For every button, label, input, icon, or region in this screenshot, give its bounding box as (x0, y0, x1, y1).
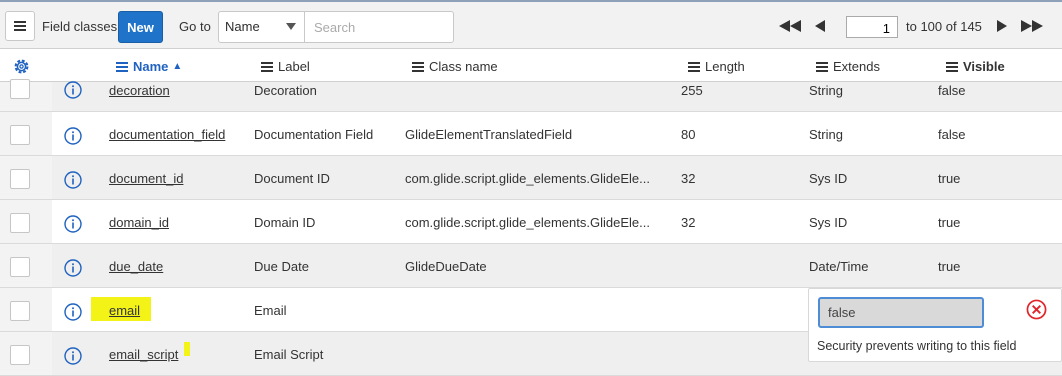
row-checkbox[interactable] (10, 213, 30, 233)
extends-cell: Date/Time (809, 259, 869, 274)
length-cell: 32 (681, 171, 696, 186)
column-header-name[interactable]: Name ▲ (116, 59, 182, 74)
name-link[interactable]: email_script (109, 347, 178, 362)
close-icon[interactable] (1026, 299, 1047, 320)
label-cell: Due Date (254, 259, 309, 274)
gear-icon[interactable] (12, 57, 31, 76)
length-cell: 80 (681, 127, 696, 142)
column-header-label: Extends (833, 59, 880, 74)
column-header-row: Name ▲ Label Class name Length Extends V… (0, 50, 1062, 82)
name-link[interactable]: domain_id (109, 215, 169, 230)
goto-label: Go to (179, 19, 211, 34)
table-row: due_date Due Date GlideDueDate Date/Time… (0, 244, 1062, 288)
list-menu-button[interactable] (5, 11, 35, 41)
goto-field-value: Name (225, 19, 260, 34)
info-icon[interactable] (64, 171, 82, 189)
column-menu-icon[interactable] (688, 61, 700, 72)
column-menu-icon[interactable] (412, 61, 424, 72)
length-cell: 255 (681, 83, 703, 98)
inline-edit-popover: Security prevents writing to this field (808, 288, 1062, 362)
label-cell: Documentation Field (254, 127, 374, 142)
column-header-class-name[interactable]: Class name (412, 59, 498, 74)
class-name-cell: com.glide.script.glide_elements.GlideEle… (405, 171, 650, 186)
column-menu-icon[interactable] (261, 61, 273, 72)
visible-cell: false (938, 127, 966, 142)
info-icon[interactable] (64, 347, 82, 365)
column-header-label-col[interactable]: Label (261, 59, 310, 74)
class-name-cell: GlideElementTranslatedField (405, 127, 573, 142)
column-header-label: Length (705, 59, 745, 74)
first-page-icon[interactable] (778, 20, 802, 32)
column-header-extends[interactable]: Extends (816, 59, 880, 74)
last-page-icon[interactable] (1020, 20, 1044, 32)
column-menu-icon[interactable] (946, 61, 958, 72)
name-link[interactable]: decoration (109, 83, 170, 98)
column-menu-icon[interactable] (116, 61, 128, 72)
visible-cell: true (938, 171, 961, 186)
info-icon[interactable] (64, 81, 82, 99)
extends-cell: Sys ID (809, 171, 848, 186)
info-icon[interactable] (64, 259, 82, 277)
page-number-input[interactable] (846, 16, 898, 38)
label-cell: Decoration (254, 83, 317, 98)
name-link[interactable]: email (109, 303, 140, 318)
extends-cell: Sys ID (809, 215, 848, 230)
hamburger-icon (14, 21, 26, 31)
table-row: documentation_field Documentation Field … (0, 112, 1062, 156)
row-checkbox[interactable] (10, 345, 30, 365)
table-row: domain_id Domain ID com.glide.script.gli… (0, 200, 1062, 244)
search-input[interactable] (304, 11, 454, 43)
row-checkbox[interactable] (10, 301, 30, 321)
column-header-label: Label (278, 59, 310, 74)
name-link[interactable]: document_id (109, 171, 183, 186)
sort-ascending-icon: ▲ (172, 61, 183, 72)
info-icon[interactable] (64, 127, 82, 145)
next-page-icon[interactable] (996, 20, 1008, 32)
security-message: Security prevents writing to this field (817, 339, 1017, 353)
column-header-length[interactable]: Length (688, 59, 745, 74)
visible-cell: true (938, 259, 961, 274)
goto-field-select[interactable]: Name (218, 11, 305, 43)
column-header-visible[interactable]: Visible (946, 59, 1005, 74)
visible-cell: false (938, 83, 966, 98)
new-button[interactable]: New (118, 11, 163, 43)
name-link[interactable]: documentation_field (109, 127, 225, 142)
column-menu-icon[interactable] (816, 61, 828, 72)
table-row: document_id Document ID com.glide.script… (0, 156, 1062, 200)
extends-cell: String (809, 127, 843, 142)
column-header-label: Name (133, 59, 169, 74)
label-cell: Email (254, 303, 287, 318)
label-cell: Domain ID (254, 215, 316, 230)
column-header-label: Class name (429, 59, 498, 74)
label-cell: Email Script (254, 347, 324, 362)
row-checkbox[interactable] (10, 169, 30, 189)
page-range-text: to 100 of 145 (906, 19, 982, 34)
visible-edit-input[interactable] (818, 297, 984, 328)
name-link[interactable]: due_date (109, 259, 163, 274)
row-checkbox[interactable] (10, 257, 30, 277)
row-checkbox[interactable] (10, 125, 30, 145)
row-checkbox[interactable] (10, 79, 30, 99)
class-name-cell: com.glide.script.glide_elements.GlideEle… (405, 215, 650, 230)
info-icon[interactable] (64, 215, 82, 233)
class-name-cell: GlideDueDate (405, 259, 487, 274)
chevron-down-icon (286, 23, 296, 30)
label-cell: Document ID (254, 171, 330, 186)
highlight-mark (184, 342, 190, 356)
list-toolbar: Field classes New Go to Name to 100 of 1… (0, 0, 1062, 49)
visible-cell: true (938, 215, 961, 230)
table-row: decoration Decoration 255 String false (0, 79, 1062, 112)
list-title: Field classes (42, 19, 118, 34)
extends-cell: String (809, 83, 843, 98)
length-cell: 32 (681, 215, 696, 230)
previous-page-icon[interactable] (814, 20, 826, 32)
info-icon[interactable] (64, 303, 82, 321)
column-header-label: Visible (963, 59, 1005, 74)
